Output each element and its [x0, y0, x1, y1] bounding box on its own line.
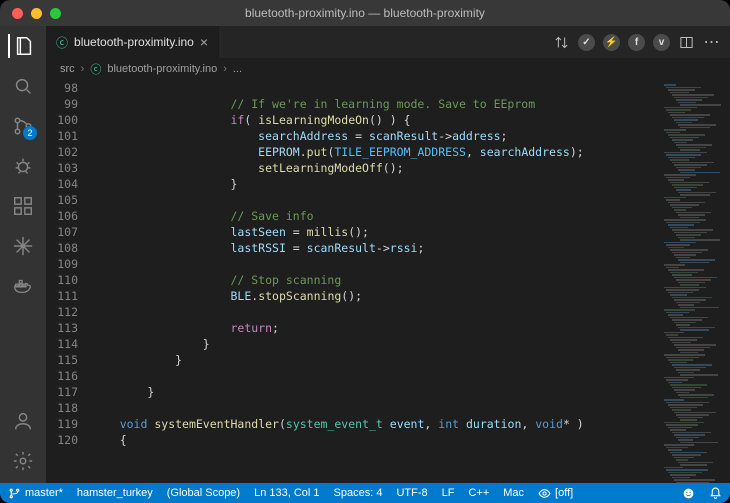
compare-icon[interactable] [553, 34, 570, 51]
breadcrumb-file[interactable]: bluetooth-proximity.ino [107, 63, 217, 75]
status-feedback-icon[interactable] [682, 487, 695, 500]
status-project[interactable]: hamster_turkey [77, 487, 153, 499]
more-actions-icon[interactable]: ⋯ [703, 34, 720, 51]
status-lang[interactable]: C++ [468, 487, 489, 499]
minimize-window-icon[interactable] [31, 8, 42, 19]
tab-bluetooth-proximity[interactable]: ⓒ bluetooth-proximity.ino × [46, 26, 219, 58]
status-eol[interactable]: LF [442, 487, 455, 499]
extensions-icon[interactable] [11, 194, 35, 218]
chevron-right-icon: › [81, 63, 85, 75]
accounts-icon[interactable] [11, 409, 35, 433]
toolbar-v-icon[interactable]: v [653, 34, 670, 51]
search-icon[interactable] [11, 74, 35, 98]
settings-gear-icon[interactable] [11, 449, 35, 473]
cpp-file-icon: ⓒ [90, 61, 101, 77]
status-branch[interactable]: master* [8, 487, 63, 500]
chevron-right-icon: › [223, 63, 227, 75]
source-control-icon[interactable]: 2 [11, 114, 35, 138]
line-number-gutter[interactable]: 98 99 100 101 102 103 104 105 106 107 10… [46, 80, 92, 483]
toolbar-check-icon[interactable]: ✓ [578, 34, 595, 51]
split-editor-icon[interactable] [678, 34, 695, 51]
editor-actions: ✓ ⚡ f v ⋯ [553, 26, 730, 58]
toolbar-f-icon[interactable]: f [628, 34, 645, 51]
breadcrumb-src[interactable]: src [60, 63, 75, 75]
debug-icon[interactable] [11, 154, 35, 178]
breadcrumb-tail[interactable]: ... [233, 63, 242, 75]
close-tab-icon[interactable]: × [200, 35, 208, 49]
title-bar: bluetooth-proximity.ino — bluetooth-prox… [0, 0, 730, 26]
zoom-window-icon[interactable] [50, 8, 61, 19]
app-window: bluetooth-proximity.ino — bluetooth-prox… [0, 0, 730, 503]
status-encoding[interactable]: UTF-8 [396, 487, 427, 499]
window-title: bluetooth-proximity.ino — bluetooth-prox… [0, 6, 730, 20]
tab-bar: ⓒ bluetooth-proximity.ino × ✓ ⚡ f v ⋯ [46, 26, 730, 58]
toolbar-flash-icon[interactable]: ⚡ [603, 34, 620, 51]
status-scope[interactable]: (Global Scope) [167, 487, 240, 499]
close-window-icon[interactable] [12, 8, 23, 19]
minimap[interactable] [660, 80, 730, 483]
traffic-lights [0, 8, 61, 19]
status-bell-icon[interactable] [709, 487, 722, 500]
status-spaces[interactable]: Spaces: 4 [334, 487, 383, 499]
code-content[interactable]: // If we're in learning mode. Save to EE… [92, 80, 660, 483]
status-watch[interactable]: [off] [538, 487, 573, 500]
docker-icon[interactable] [11, 274, 35, 298]
particle-icon[interactable] [11, 234, 35, 258]
status-bar: master* hamster_turkey (Global Scope) Ln… [0, 483, 730, 503]
status-os[interactable]: Mac [503, 487, 524, 499]
activity-bar: 2 [0, 26, 46, 483]
status-position[interactable]: Ln 133, Col 1 [254, 487, 319, 499]
editor[interactable]: 98 99 100 101 102 103 104 105 106 107 10… [46, 80, 730, 483]
cpp-file-icon: ⓒ [56, 34, 68, 51]
explorer-icon[interactable] [8, 34, 36, 58]
breadcrumb[interactable]: src › ⓒ bluetooth-proximity.ino › ... [46, 58, 730, 80]
scm-badge: 2 [23, 126, 37, 140]
tab-label: bluetooth-proximity.ino [74, 35, 194, 49]
